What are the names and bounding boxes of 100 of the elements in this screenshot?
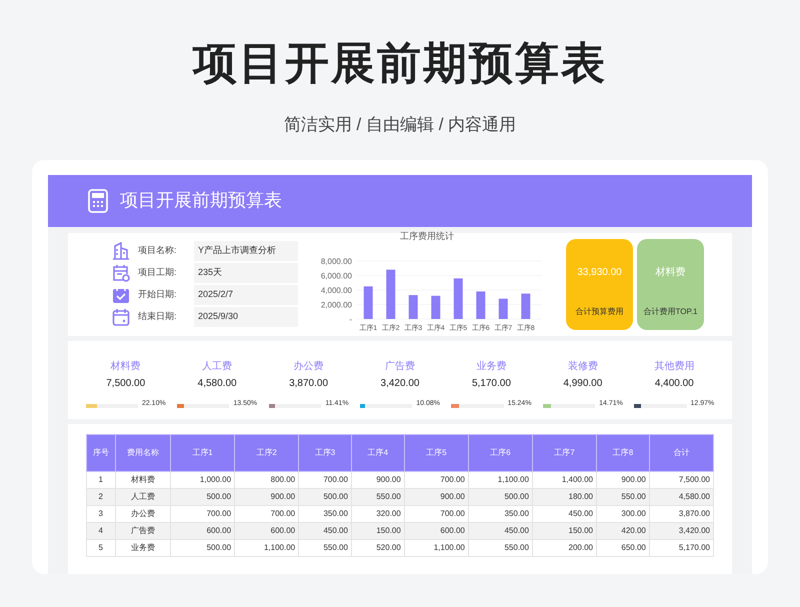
kpi-value: 材料费 — [656, 266, 686, 280]
table-cell: 1,100.00 — [468, 471, 532, 488]
table-cell: 3,870.00 — [649, 505, 714, 522]
table-cell: 700.00 — [404, 471, 468, 488]
calculator-icon — [88, 188, 108, 212]
column-header: 费用名称 — [115, 434, 170, 471]
table-cell: 550.00 — [596, 488, 650, 505]
axis-tick-label: 4,000.00 — [320, 286, 352, 296]
table-cell: 350.00 — [298, 505, 352, 522]
table-cell: 420.00 — [596, 522, 650, 539]
table-cell: 业务费 — [115, 539, 170, 556]
category-name: 广告费 — [384, 360, 415, 374]
category-amount: 4,990.00 — [563, 376, 602, 390]
category-name: 材料费 — [110, 360, 141, 374]
table-cell: 500.00 — [468, 488, 532, 505]
table-cell: 7,500.00 — [649, 471, 714, 488]
chart-bar — [408, 295, 418, 320]
table-cell: 500.00 — [298, 488, 352, 505]
table-cell: 1,100.00 — [234, 539, 299, 556]
table-cell: 900.00 — [234, 488, 299, 505]
table-cell: 5 — [86, 539, 116, 556]
info-label: 结束日期: — [138, 310, 178, 324]
chart-title: 工序费用统计 — [400, 230, 454, 243]
table-cell: 900.00 — [596, 471, 650, 488]
table-cell: 1,100.00 — [404, 539, 468, 556]
column-header: 工序6 — [468, 434, 532, 471]
info-value: 2025/9/30 — [194, 307, 298, 327]
category-name: 业务费 — [476, 360, 506, 374]
chart-bar — [521, 294, 530, 320]
column-header: 序号 — [86, 434, 116, 471]
axis-tick-label: 8,000.00 — [320, 257, 352, 266]
building-icon — [112, 242, 130, 260]
table-cell: 450.00 — [298, 522, 352, 539]
info-value: 235天 — [194, 263, 298, 283]
table-cell: 450.00 — [532, 505, 596, 522]
table-cell: 700.00 — [170, 505, 235, 522]
category-amount: 7,500.00 — [106, 376, 146, 390]
table-cell: 700.00 — [298, 471, 352, 488]
table-cell: 200.00 — [532, 539, 596, 556]
column-header: 工序4 — [351, 434, 404, 471]
chart-bar — [431, 296, 440, 320]
table-cell: 材料费 — [115, 471, 170, 488]
table-cell: 600.00 — [170, 522, 235, 539]
table-cell: 办公费 — [115, 505, 170, 522]
table-cell: 520.00 — [351, 539, 404, 556]
chart-bar — [386, 270, 396, 320]
chart-bar — [498, 298, 508, 320]
table-cell: 1,400.00 — [532, 471, 596, 488]
table-cell: 5,170.00 — [649, 539, 714, 556]
category-name: 人工费 — [202, 360, 232, 374]
table-cell: 900.00 — [351, 471, 404, 488]
table-cell: 180.00 — [532, 488, 596, 505]
table-cell: 800.00 — [234, 471, 299, 488]
table-cell: 320.00 — [351, 505, 404, 522]
page-subtitle: 简洁实用 / 自由编辑 / 内容通用 — [284, 114, 516, 136]
table-cell: 350.00 — [468, 505, 532, 522]
table-cell: 550.00 — [298, 539, 352, 556]
calendar-icon — [112, 308, 130, 326]
axis-tick-label: 2,000.00 — [320, 300, 352, 310]
table-cell: 300.00 — [596, 505, 650, 522]
table-cell: 700.00 — [234, 505, 299, 522]
column-header: 工序5 — [404, 434, 468, 471]
calendar-check-icon — [112, 286, 130, 304]
category-name: 其他费用 — [654, 360, 694, 374]
table-cell: 500.00 — [170, 488, 235, 505]
kpi-value: 33,930.00 — [577, 266, 622, 280]
table-cell: 150.00 — [532, 522, 596, 539]
info-label: 项目工期: — [138, 266, 178, 280]
column-header: 工序1 — [170, 434, 235, 471]
table-cell: 1,000.00 — [170, 471, 235, 488]
kpi-label: 合计费用TOP.1 — [644, 306, 698, 318]
column-header: 工序8 — [596, 434, 650, 471]
category-name: 办公费 — [294, 360, 324, 374]
category-amount: 5,170.00 — [472, 376, 511, 390]
category-amount: 4,580.00 — [198, 376, 237, 390]
table-cell: 450.00 — [468, 522, 532, 539]
table-cell: 人工费 — [115, 488, 170, 505]
page-title: 项目开展前期预算表 — [193, 38, 607, 90]
category-amount: 4,400.00 — [654, 376, 694, 390]
category-name: 装修费 — [568, 360, 598, 374]
category-amount: 3,870.00 — [289, 376, 328, 390]
table-cell: 700.00 — [404, 505, 468, 522]
axis-tick-label: 6,000.00 — [320, 272, 352, 281]
table-cell: 650.00 — [596, 539, 650, 556]
kpi-label: 合计预算费用 — [576, 306, 624, 318]
table-cell: 550.00 — [468, 539, 532, 556]
info-value: Y产品上市调查分析 — [194, 241, 298, 261]
table-cell: 2 — [86, 488, 116, 505]
axis-tick-label: - — [349, 315, 352, 324]
info-label: 开始日期: — [138, 288, 178, 302]
chart-bar — [454, 278, 463, 320]
table-cell: 600.00 — [234, 522, 299, 539]
category-amount: 3,420.00 — [380, 376, 420, 390]
table-cell: 550.00 — [351, 488, 404, 505]
info-value: 2025/2/7 — [194, 285, 298, 305]
column-header: 工序2 — [234, 434, 299, 471]
table-cell: 500.00 — [170, 539, 235, 556]
calendar-clock-icon — [112, 264, 130, 282]
table-cell: 900.00 — [404, 488, 468, 505]
column-header: 工序3 — [298, 434, 352, 471]
